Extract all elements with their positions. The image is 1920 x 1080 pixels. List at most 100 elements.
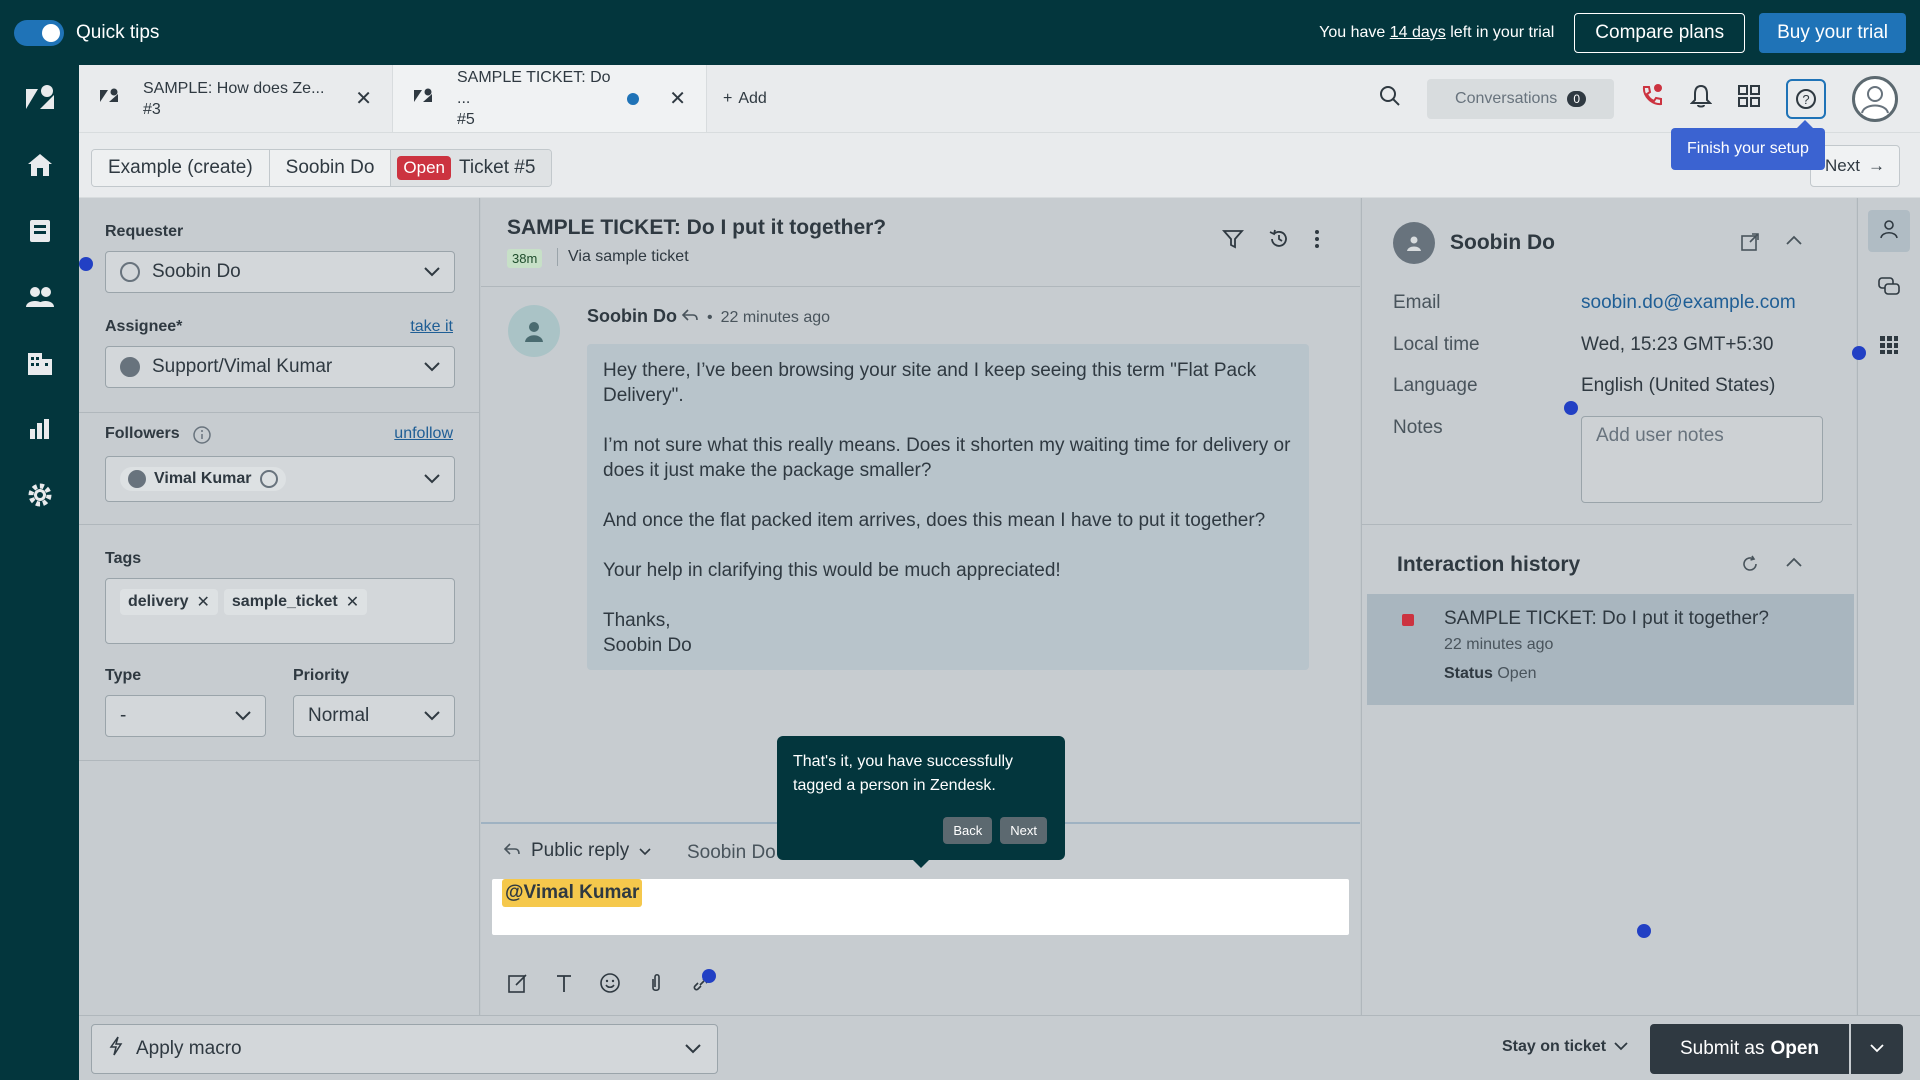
user-avatar[interactable] xyxy=(1852,75,1898,122)
hotspot-dot[interactable] xyxy=(702,969,716,983)
customer-email[interactable]: soobin.do@example.com xyxy=(1581,292,1796,314)
help-button[interactable]: ? xyxy=(1786,78,1826,119)
hotspot-dot[interactable] xyxy=(79,257,93,271)
stay-on-ticket-select[interactable]: Stay on ticket xyxy=(1502,1038,1628,1056)
zendesk-logo-icon[interactable] xyxy=(24,83,56,115)
more-options-icon[interactable] xyxy=(1314,228,1320,255)
knowledge-button[interactable] xyxy=(1868,268,1910,310)
breadcrumb-requester[interactable]: Soobin Do xyxy=(269,150,392,186)
customer-name[interactable]: Soobin Do xyxy=(1450,231,1555,255)
views-icon[interactable] xyxy=(24,215,56,247)
user-notes-field[interactable]: Add user notes xyxy=(1581,416,1823,503)
message-paragraph: I’m not sure what this really means. Doe… xyxy=(603,435,1291,481)
requester-field[interactable]: Soobin Do xyxy=(105,251,455,293)
trial-days-link[interactable]: 14 days xyxy=(1390,24,1446,41)
compose-icon[interactable] xyxy=(507,972,529,999)
buy-trial-button[interactable]: Buy your trial xyxy=(1759,12,1906,53)
submit-button[interactable]: Submit as Open xyxy=(1650,1024,1849,1074)
hotspot-dot[interactable] xyxy=(1852,346,1866,360)
phone-icon[interactable] xyxy=(1640,84,1664,113)
history-icon[interactable] xyxy=(1268,228,1290,255)
reporting-icon[interactable] xyxy=(24,413,56,445)
priority-field[interactable]: Normal xyxy=(293,695,455,737)
finish-setup-tooltip[interactable]: Finish your setup xyxy=(1671,120,1825,170)
customers-icon[interactable] xyxy=(24,281,56,313)
mention-chip[interactable]: @Vimal Kumar xyxy=(502,879,643,907)
open-external-icon[interactable] xyxy=(1740,232,1760,257)
email-label: Email xyxy=(1393,292,1441,313)
notes-label: Notes xyxy=(1393,417,1443,438)
reply-mode-selector[interactable]: Public reply xyxy=(503,840,651,862)
ticket-tab[interactable]: SAMPLE: How does Ze... #3 ✕ xyxy=(79,65,393,132)
hotspot-dot[interactable] xyxy=(1564,401,1578,415)
hotspot-dot[interactable] xyxy=(1637,924,1651,938)
tag-chip[interactable]: delivery ✕ xyxy=(120,589,218,615)
close-icon[interactable]: ✕ xyxy=(355,86,372,111)
apply-macro-select[interactable]: Apply macro xyxy=(91,1024,718,1074)
close-icon[interactable]: ✕ xyxy=(346,592,359,612)
breadcrumb-bar: Example (create) Soobin Do Open Ticket #… xyxy=(79,132,1920,198)
search-icon[interactable] xyxy=(1379,85,1401,112)
reply-arrow-icon xyxy=(503,840,521,862)
settings-gear-icon[interactable] xyxy=(24,479,56,511)
emoji-icon[interactable] xyxy=(599,972,621,999)
home-icon[interactable] xyxy=(24,149,56,181)
take-it-link[interactable]: take it xyxy=(410,318,453,336)
attachment-icon[interactable] xyxy=(645,972,667,999)
apps-button[interactable] xyxy=(1868,326,1910,368)
notifications-bell-icon[interactable] xyxy=(1689,84,1713,113)
reply-mode-label: Public reply xyxy=(531,840,630,861)
assignee-field[interactable]: Support/Vimal Kumar xyxy=(105,346,455,388)
conversations-button[interactable]: Conversations 0 xyxy=(1427,78,1614,119)
quick-tips-label: Quick tips xyxy=(76,21,160,43)
message-author[interactable]: Soobin Do xyxy=(587,306,677,327)
priority-value: Normal xyxy=(308,705,370,726)
tab-number: #3 xyxy=(143,100,161,118)
ticket-tab-icon xyxy=(99,88,119,109)
filter-icon[interactable] xyxy=(1222,228,1244,255)
reply-recipient[interactable]: Soobin Do xyxy=(687,842,776,864)
apps-grid-icon[interactable] xyxy=(1738,85,1760,112)
unfollow-link[interactable]: unfollow xyxy=(394,425,453,443)
type-field[interactable]: - xyxy=(105,695,266,737)
reply-editor[interactable]: @Vimal Kumar xyxy=(492,879,1349,935)
organizations-icon[interactable] xyxy=(24,347,56,379)
follower-chip[interactable]: Vimal Kumar xyxy=(120,467,286,491)
followers-field[interactable]: Vimal Kumar xyxy=(105,456,455,502)
compare-plans-button[interactable]: Compare plans xyxy=(1574,12,1746,53)
user-icon xyxy=(120,262,140,282)
tag-chip[interactable]: sample_ticket ✕ xyxy=(223,589,368,615)
tour-next-button[interactable]: Next xyxy=(1000,817,1047,844)
trial-suffix: left in your trial xyxy=(1445,23,1555,41)
stay-on-ticket-label: Stay on ticket xyxy=(1502,1038,1607,1055)
chevron-up-icon[interactable] xyxy=(1786,554,1802,579)
quick-tips-toggle[interactable] xyxy=(14,19,64,46)
status-badge: Open xyxy=(397,156,451,180)
chevron-up-icon[interactable] xyxy=(1786,232,1802,257)
ticket-tab-active[interactable]: SAMPLE TICKET: Do ... #5 ✕ xyxy=(393,65,707,132)
message-signoff-name: Soobin Do xyxy=(603,635,692,656)
tags-field[interactable]: delivery ✕ sample_ticket ✕ xyxy=(105,578,455,644)
status-value: Open xyxy=(1497,665,1537,682)
customer-context-button[interactable] xyxy=(1868,210,1910,252)
divider xyxy=(1362,524,1852,525)
tag-label: sample_ticket xyxy=(231,593,338,610)
refresh-icon[interactable] xyxy=(1740,554,1760,579)
customer-actions xyxy=(1740,232,1802,257)
submit-options-button[interactable] xyxy=(1851,1024,1903,1074)
close-icon[interactable]: ✕ xyxy=(196,592,209,612)
info-icon[interactable] xyxy=(192,425,212,450)
trial-notice: You have 14 days left in your trial xyxy=(1319,24,1554,42)
interaction-history-item[interactable]: SAMPLE TICKET: Do I put it together? 22 … xyxy=(1367,594,1854,705)
author-avatar[interactable] xyxy=(508,305,560,357)
message-time: 22 minutes ago xyxy=(720,308,831,326)
breadcrumb-ticket[interactable]: Open Ticket #5 xyxy=(391,150,552,186)
customer-context-panel: Soobin Do Email soobin.do@example.com Lo… xyxy=(1361,198,1856,1015)
text-format-icon[interactable] xyxy=(553,972,575,999)
left-nav xyxy=(0,65,79,1080)
tour-back-button[interactable]: Back xyxy=(943,817,993,844)
breadcrumb-organization[interactable]: Example (create) xyxy=(92,150,270,186)
add-tab-button[interactable]: + Add xyxy=(707,65,783,132)
top-bar: Quick tips You have 14 days left in your… xyxy=(0,0,1920,65)
close-icon[interactable]: ✕ xyxy=(669,86,686,111)
